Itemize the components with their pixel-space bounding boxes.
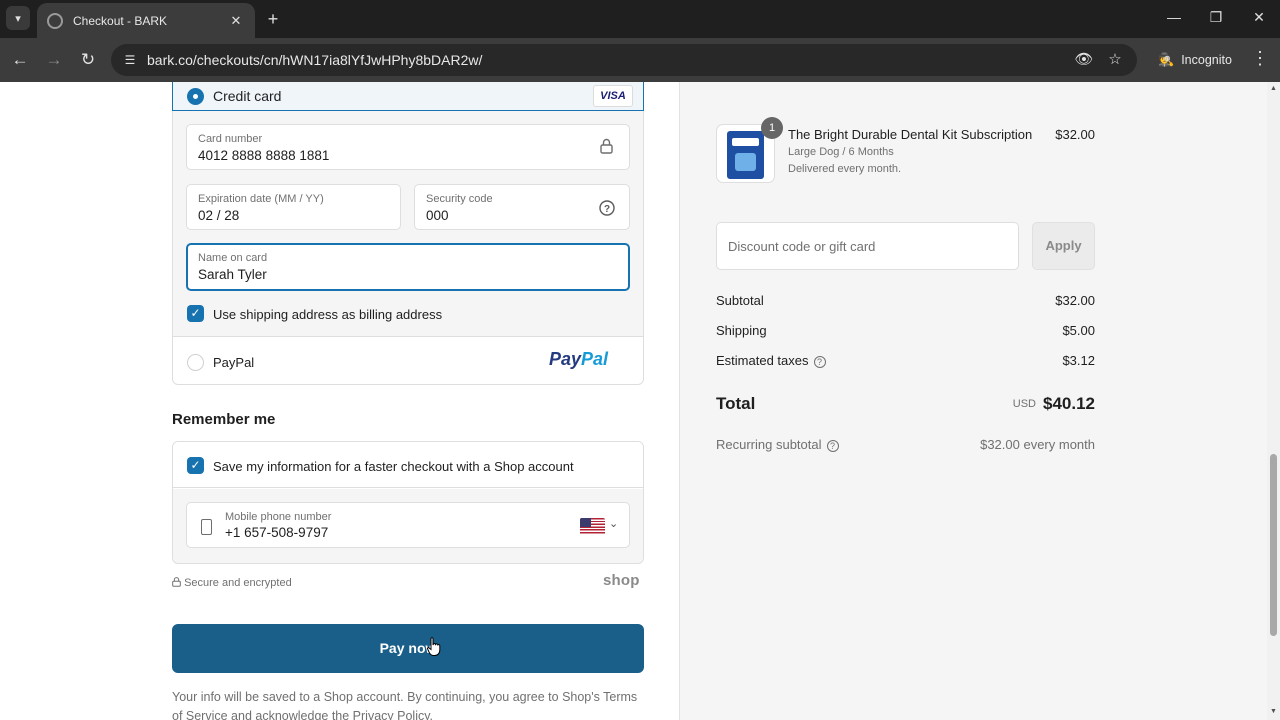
billing-address-label[interactable]: Use shipping address as billing address bbox=[213, 307, 442, 322]
name-on-card-label: Name on card bbox=[198, 252, 268, 264]
back-arrow-icon[interactable]: ← bbox=[9, 49, 31, 71]
small-lock-icon bbox=[172, 577, 184, 589]
shipping-value: $5.00 bbox=[1062, 323, 1095, 338]
total-value: $40.12 bbox=[1043, 394, 1095, 413]
paypal-logo-pal: Pal bbox=[581, 349, 609, 369]
shop-logo: shop bbox=[603, 572, 640, 589]
secure-note: Secure and encrypted bbox=[172, 577, 292, 589]
site-info-icon[interactable]: ☰ bbox=[121, 51, 139, 69]
paypal-label: PayPal bbox=[213, 355, 255, 370]
recurring-subtotal-label: Recurring subtotal bbox=[716, 437, 822, 452]
card-number-value[interactable]: 4012 8888 8888 1881 bbox=[198, 148, 329, 163]
browser-tab[interactable]: Checkout - BARK ✕ bbox=[37, 3, 255, 38]
eye-slash-icon[interactable]: 👁 bbox=[1074, 50, 1094, 68]
credit-card-form: Card number 4012 8888 8888 1881 Expirati… bbox=[173, 111, 643, 337]
phone-label: Mobile phone number bbox=[225, 511, 332, 523]
recurring-subtotal-value: $32.00 every month bbox=[980, 437, 1095, 452]
remember-me-heading: Remember me bbox=[172, 411, 276, 428]
expiration-value[interactable]: 02 / 28 bbox=[198, 208, 239, 223]
credit-card-label: Credit card bbox=[213, 88, 282, 104]
browser-toolbar: ← → ↻ ☰ bark.co/checkouts/cn/hWN17ia8lYf… bbox=[0, 38, 1280, 82]
phone-value[interactable]: +1 657-508-9797 bbox=[225, 525, 328, 540]
security-code-value[interactable]: 000 bbox=[426, 208, 449, 223]
incognito-label: Incognito bbox=[1181, 53, 1232, 67]
tab-close-icon[interactable]: ✕ bbox=[227, 13, 245, 29]
phone-row: Mobile phone number +1 657-508-9797 ⌄ bbox=[173, 489, 643, 563]
recurring-help-icon[interactable]: ? bbox=[826, 440, 839, 452]
tab-title: Checkout - BARK bbox=[73, 13, 168, 28]
window-close-icon[interactable]: ✕ bbox=[1249, 9, 1269, 26]
estimated-taxes-label: Estimated taxes bbox=[716, 353, 809, 368]
country-chevron-down-icon[interactable]: ⌄ bbox=[609, 517, 618, 530]
card-number-label: Card number bbox=[198, 133, 263, 145]
discount-code-input[interactable] bbox=[716, 222, 1019, 270]
new-tab-icon[interactable]: + bbox=[262, 9, 284, 29]
page-scrollbar[interactable]: ▲ ▼ bbox=[1267, 82, 1280, 720]
phone-field[interactable]: Mobile phone number +1 657-508-9797 ⌄ bbox=[186, 502, 630, 548]
pay-now-button[interactable]: Pay now bbox=[172, 624, 644, 673]
help-circle-icon[interactable]: ? bbox=[599, 200, 615, 219]
save-info-checkbox[interactable]: ✓ bbox=[187, 457, 204, 474]
paypal-logo-pay: Pay bbox=[549, 349, 582, 369]
lock-icon bbox=[600, 138, 613, 157]
paypal-logo: PayPal bbox=[549, 349, 608, 370]
security-code-label: Security code bbox=[426, 193, 493, 205]
product-name: The Bright Durable Dental Kit Subscripti… bbox=[788, 127, 1033, 142]
save-info-row: ✓ Save my information for a faster check… bbox=[173, 442, 643, 488]
tab-favicon-icon bbox=[47, 12, 63, 29]
browser-tab-bar: ▾ Checkout - BARK ✕ + — ❐ ✕ bbox=[0, 0, 1280, 38]
name-on-card-value[interactable]: Sarah Tyler bbox=[198, 267, 267, 282]
subtotal-label: Subtotal bbox=[716, 293, 764, 308]
product-delivery: Delivered every month. bbox=[788, 163, 902, 175]
visa-logo: VISA bbox=[593, 85, 633, 107]
quantity-badge: 1 bbox=[761, 117, 783, 139]
checkout-page: Credit card VISA Card number 4012 8888 8… bbox=[0, 82, 1280, 720]
scroll-up-arrow-icon[interactable]: ▲ bbox=[1267, 85, 1280, 92]
apply-discount-button[interactable]: Apply bbox=[1032, 222, 1095, 270]
scroll-thumb[interactable] bbox=[1270, 454, 1277, 636]
total-label: Total bbox=[716, 394, 756, 413]
subtotal-value: $32.00 bbox=[1055, 293, 1095, 308]
forward-arrow-icon[interactable]: → bbox=[43, 49, 65, 71]
restore-icon[interactable]: ❐ bbox=[1206, 9, 1226, 26]
taxes-help-icon[interactable]: ? bbox=[813, 356, 826, 368]
security-code-field[interactable]: Security code 000 ? bbox=[414, 184, 630, 230]
card-number-field[interactable]: Card number 4012 8888 8888 1881 bbox=[186, 124, 630, 170]
estimated-taxes-value: $3.12 bbox=[1062, 353, 1095, 368]
scroll-down-arrow-icon[interactable]: ▼ bbox=[1267, 708, 1280, 715]
paypal-option[interactable]: PayPal PayPal bbox=[173, 338, 643, 384]
expiration-field[interactable]: Expiration date (MM / YY) 02 / 28 bbox=[186, 184, 401, 230]
save-info-label[interactable]: Save my information for a faster checkou… bbox=[213, 459, 574, 474]
more-menu-icon[interactable]: ⋮ bbox=[1250, 48, 1270, 69]
name-on-card-field[interactable]: Name on card Sarah Tyler bbox=[186, 243, 630, 291]
us-flag-icon[interactable] bbox=[580, 518, 605, 535]
credit-card-option[interactable]: Credit card VISA bbox=[172, 82, 644, 111]
product-box-image bbox=[727, 131, 764, 179]
svg-text:?: ? bbox=[604, 204, 610, 215]
estimated-taxes-row: Estimated taxes? bbox=[716, 353, 826, 368]
url-text[interactable]: bark.co/checkouts/cn/hWN17ia8lYfJwHPhy8b… bbox=[147, 52, 482, 68]
remember-me-box: ✓ Save my information for a faster check… bbox=[172, 441, 644, 564]
incognito-badge[interactable]: 🕵 Incognito bbox=[1148, 45, 1242, 75]
hand-cursor-icon bbox=[427, 637, 441, 656]
product-variant: Large Dog / 6 Months bbox=[788, 146, 894, 158]
shop-disclaimer: Your info will be saved to a Shop accoun… bbox=[172, 690, 638, 720]
tab-search-chevron-icon[interactable]: ▾ bbox=[6, 6, 30, 30]
recurring-subtotal-row: Recurring subtotal? bbox=[716, 437, 839, 452]
billing-address-checkbox[interactable]: ✓ bbox=[187, 305, 204, 322]
shipping-label: Shipping bbox=[716, 323, 767, 338]
total-currency: USD bbox=[1012, 398, 1036, 410]
bookmark-star-icon[interactable]: ☆ bbox=[1105, 50, 1125, 68]
product-price: $32.00 bbox=[1055, 127, 1095, 142]
address-bar[interactable]: ☰ bark.co/checkouts/cn/hWN17ia8lYfJwHPhy… bbox=[111, 44, 1137, 76]
reload-icon[interactable]: ↻ bbox=[77, 49, 99, 71]
expiration-label: Expiration date (MM / YY) bbox=[198, 193, 324, 205]
incognito-icon: 🕵 bbox=[1158, 52, 1175, 67]
secure-text: Secure and encrypted bbox=[184, 577, 292, 589]
paypal-radio[interactable] bbox=[187, 354, 204, 371]
credit-card-radio[interactable] bbox=[187, 88, 204, 105]
minimize-icon[interactable]: — bbox=[1164, 9, 1184, 25]
phone-icon bbox=[201, 519, 212, 535]
